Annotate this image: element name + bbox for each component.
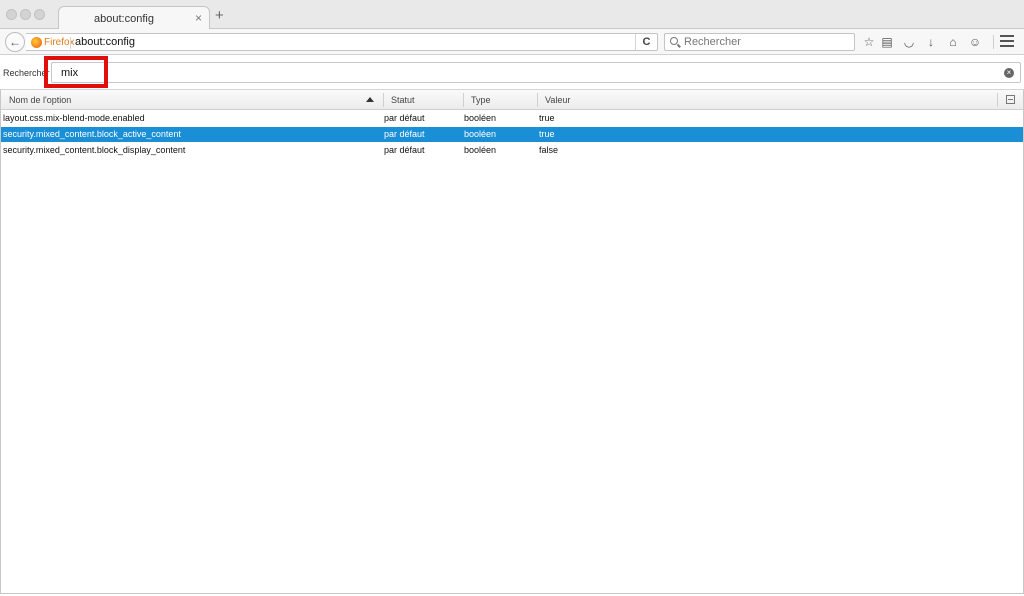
table-row[interactable]: security.mixed_content.block_active_cont… [1,127,1023,142]
hamburger-menu-icon[interactable] [1000,35,1014,47]
column-picker-icon[interactable] [1006,95,1015,104]
clear-search-icon[interactable]: × [1004,68,1014,78]
tab-close-icon[interactable]: × [195,11,202,25]
window-close-button[interactable] [6,9,17,20]
pref-name-cell: layout.css.mix-blend-mode.enabled [3,113,145,123]
back-button[interactable]: ← [5,32,25,52]
toolbar-separator [993,35,994,49]
web-search-input[interactable]: Rechercher [664,33,855,51]
table-row[interactable]: layout.css.mix-blend-mode.enabled par dé… [1,111,1023,126]
annotation-highlight-box [44,56,108,88]
table-header: Nom de l'option Statut Type Valeur [1,90,1023,110]
pref-name-cell: security.mixed_content.block_active_cont… [3,129,181,139]
search-placeholder: Rechercher [684,36,741,48]
download-icon[interactable]: ↓ [922,33,940,51]
window-zoom-button[interactable] [34,9,45,20]
table-row[interactable]: security.mixed_content.block_display_con… [1,143,1023,158]
new-tab-button[interactable]: + [215,8,224,23]
home-icon[interactable]: ⌂ [944,33,962,51]
pref-value-cell: false [539,145,559,155]
pref-status-cell: par défaut [384,113,425,123]
column-header-type[interactable]: Type [471,95,491,105]
pref-type-cell: booléen [464,129,497,139]
chat-icon[interactable]: ☺ [966,33,984,51]
navigation-toolbar: ← Firefox about:config C Rechercher ☆ ▤ … [0,29,1024,55]
tab-strip: about:config × + [0,0,1024,30]
config-search-input[interactable]: mix × [51,62,1021,83]
pref-value-cell: true [539,113,555,123]
column-header-value[interactable]: Valeur [545,95,570,105]
pref-value-cell: true [539,129,555,139]
pref-status-cell: par défaut [384,145,425,155]
url-separator [70,37,71,49]
url-bar[interactable]: Firefox about:config C [26,33,658,51]
preferences-table: Nom de l'option Statut Type Valeur layou… [0,89,1024,594]
column-header-status[interactable]: Statut [391,95,415,105]
search-icon [670,37,678,45]
column-separator[interactable] [537,93,538,107]
column-header-name[interactable]: Nom de l'option [9,95,71,105]
bookmark-star-icon[interactable]: ☆ [860,33,878,51]
pref-type-cell: booléen [464,113,497,123]
column-separator[interactable] [997,93,998,107]
pref-name-cell: security.mixed_content.block_display_con… [3,145,186,155]
pref-status-cell: par défaut [384,129,425,139]
sort-ascending-icon[interactable] [366,97,374,102]
firefox-logo-icon [31,37,42,48]
column-separator[interactable] [383,93,384,107]
tab-title: about:config [94,13,154,25]
reading-list-icon[interactable]: ▤ [878,33,896,51]
column-separator[interactable] [463,93,464,107]
pref-type-cell: booléen [464,145,497,155]
tab-about-config[interactable]: about:config × [58,6,210,30]
config-search-row: Rechercher : mix × [0,56,1024,88]
reload-icon[interactable]: C [635,34,657,50]
window-minimize-button[interactable] [20,9,31,20]
pocket-icon[interactable]: ◡ [900,33,918,51]
url-text[interactable]: about:config [75,36,135,48]
